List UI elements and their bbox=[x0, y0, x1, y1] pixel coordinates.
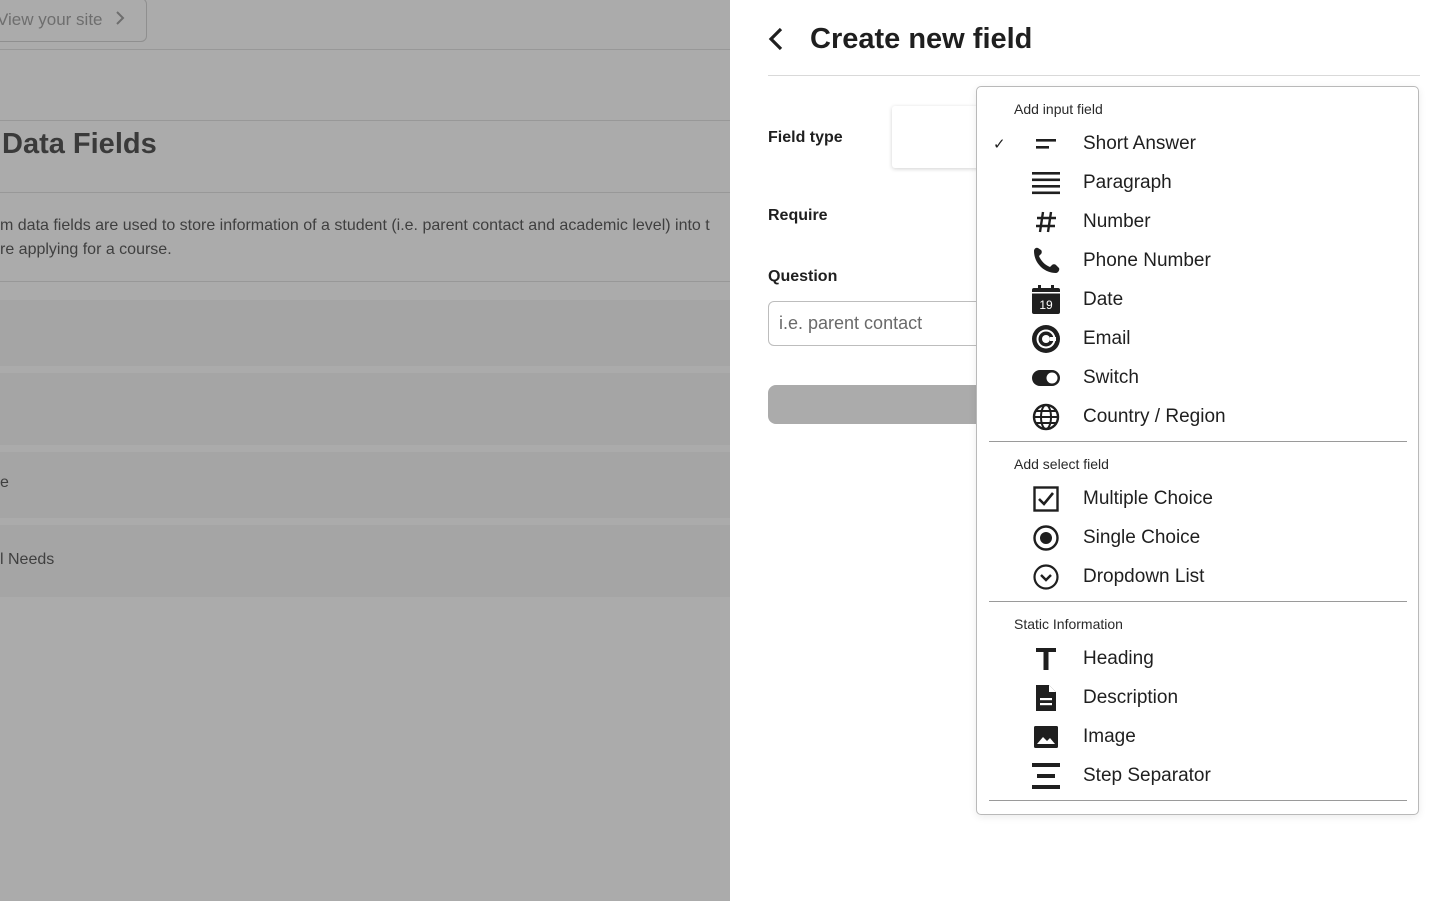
document-icon bbox=[1029, 681, 1063, 715]
radio-icon bbox=[1029, 521, 1063, 555]
table-row bbox=[0, 525, 730, 597]
chevron-right-icon bbox=[115, 10, 125, 31]
group-title-static: Static Information bbox=[1014, 616, 1123, 632]
section-title: Data Fields bbox=[2, 128, 157, 160]
page-title: Create new field bbox=[810, 22, 1033, 55]
divider bbox=[0, 120, 730, 121]
field-type-dropdown: Add input field ✓ Short Answer Paragraph… bbox=[976, 86, 1419, 815]
hash-icon bbox=[1029, 205, 1063, 239]
section-description: m data fields are used to store informat… bbox=[0, 217, 710, 258]
view-site-label: View your site bbox=[0, 10, 103, 29]
option-email[interactable]: Email bbox=[977, 319, 1418, 358]
divider bbox=[0, 192, 730, 193]
svg-text:19: 19 bbox=[1039, 298, 1053, 312]
phone-icon bbox=[1029, 244, 1063, 278]
image-icon bbox=[1029, 720, 1063, 754]
heading-t-icon bbox=[1029, 642, 1063, 676]
at-sign-icon bbox=[1029, 322, 1063, 356]
checkbox-icon bbox=[1029, 482, 1063, 516]
option-step-separator[interactable]: Step Separator bbox=[977, 756, 1418, 795]
question-input[interactable] bbox=[768, 301, 998, 346]
dropdown-circle-icon bbox=[1029, 560, 1063, 594]
option-date[interactable]: 19 Date bbox=[977, 280, 1418, 319]
divider bbox=[768, 75, 1420, 76]
table-row bbox=[0, 373, 730, 445]
calendar-icon: 19 bbox=[1029, 283, 1063, 317]
option-image[interactable]: Image bbox=[977, 717, 1418, 756]
group-title-input: Add input field bbox=[1014, 101, 1103, 117]
check-icon: ✓ bbox=[993, 135, 1006, 153]
step-separator-icon bbox=[1029, 759, 1063, 793]
paragraph-icon bbox=[1029, 166, 1063, 200]
back-arrow-icon[interactable] bbox=[768, 20, 798, 58]
option-phone-number[interactable]: Phone Number bbox=[977, 241, 1418, 280]
require-label: Require bbox=[768, 207, 828, 224]
option-short-answer[interactable]: ✓ Short Answer bbox=[977, 124, 1418, 163]
submit-button[interactable] bbox=[768, 385, 998, 424]
field-type-label: Field type bbox=[768, 129, 843, 146]
divider bbox=[989, 601, 1407, 602]
table-row bbox=[0, 300, 730, 366]
divider bbox=[989, 800, 1407, 801]
option-multiple-choice[interactable]: Multiple Choice bbox=[977, 479, 1418, 518]
option-dropdown-list[interactable]: Dropdown List bbox=[977, 557, 1418, 596]
row-text: e bbox=[0, 474, 9, 491]
group-title-select: Add select field bbox=[1014, 456, 1109, 472]
option-paragraph[interactable]: Paragraph bbox=[977, 163, 1418, 202]
row-text: l Needs bbox=[0, 551, 55, 568]
divider bbox=[0, 281, 730, 282]
question-label: Question bbox=[768, 268, 838, 285]
short-answer-icon bbox=[1029, 127, 1063, 161]
panel-header: Create new field bbox=[768, 20, 1032, 58]
table-row bbox=[0, 452, 730, 518]
option-heading[interactable]: Heading bbox=[977, 639, 1418, 678]
option-description[interactable]: Description bbox=[977, 678, 1418, 717]
option-switch[interactable]: Switch bbox=[977, 358, 1418, 397]
background-page: View your site Data Fields m data fields… bbox=[0, 0, 730, 901]
divider bbox=[989, 441, 1407, 442]
globe-icon bbox=[1029, 400, 1063, 434]
option-single-choice[interactable]: Single Choice bbox=[977, 518, 1418, 557]
option-country-region[interactable]: Country / Region bbox=[977, 397, 1418, 436]
toggle-icon bbox=[1029, 361, 1063, 395]
view-site-button[interactable]: View your site bbox=[0, 0, 147, 42]
divider bbox=[0, 49, 730, 50]
option-number[interactable]: Number bbox=[977, 202, 1418, 241]
